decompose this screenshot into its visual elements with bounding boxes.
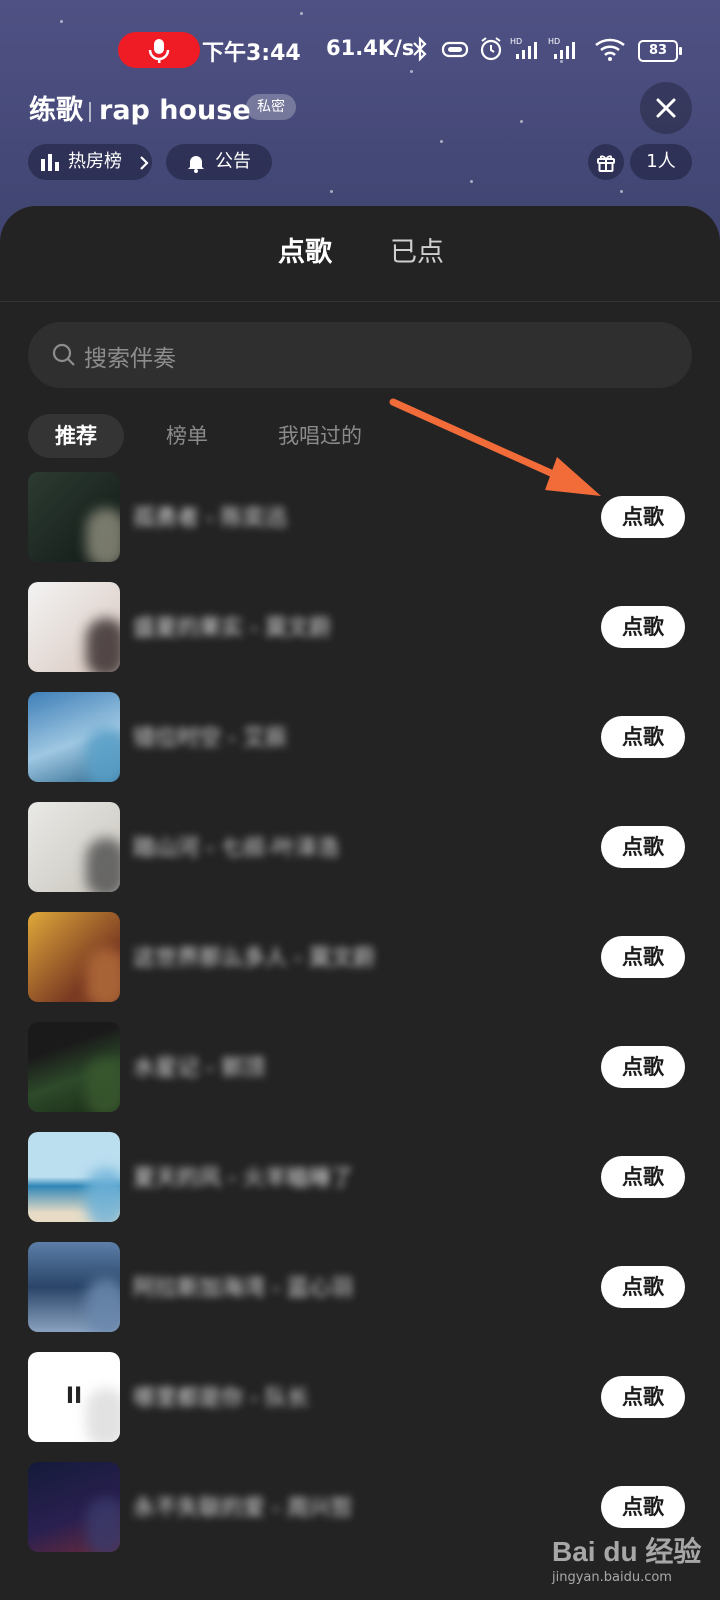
song-row[interactable]: 踏山河 - 七叔-叶泽浩 点歌 [0,802,720,894]
song-title: 踏山河 - 七叔-叶泽浩 [133,836,339,861]
song-row[interactable]: 水星记 - 郭顶 点歌 [0,1022,720,1114]
tab-divider [0,301,720,302]
svg-text:HD: HD [548,37,560,46]
subtab-sung[interactable]: 我唱过的 [278,414,362,458]
album-cover: II [28,1352,120,1442]
mic-recording-pill[interactable] [118,32,200,68]
order-song-button[interactable]: 点歌 [601,1376,685,1418]
order-song-button[interactable]: 点歌 [601,716,685,758]
song-title: 错位时空 - 艾辰 [133,726,287,751]
order-song-button[interactable]: 点歌 [601,496,685,538]
album-cover [28,582,120,672]
svg-text:HD: HD [510,37,522,46]
song-title: 永不失联的爱 - 周兴哲 [133,1496,353,1521]
search-input[interactable]: 搜索伴奏 [28,322,692,388]
room-name: rap house [99,95,251,126]
song-title: 盛夏的果实 - 莫文蔚 [133,616,331,641]
battery-indicator: 83 [638,40,682,62]
album-cover [28,472,120,562]
bluetooth-icon [413,36,427,62]
order-song-button[interactable]: 点歌 [601,1266,685,1308]
song-row[interactable]: II 哪里都是你 - 队长 点歌 [0,1352,720,1444]
song-title: 哪里都是你 - 队长 [133,1386,309,1411]
song-row[interactable]: 错位时空 - 艾辰 点歌 [0,692,720,784]
privacy-badge: 私密 [246,94,296,120]
network-speed: 61.4K/s [326,36,415,60]
status-bar: 下午3:44 61.4K/s HD HD 83 [0,30,720,70]
song-title: 夏天的风 - 火羊瞌睡了 [133,1166,353,1191]
song-row[interactable]: 这世界那么多人 - 莫文蔚 点歌 [0,912,720,1004]
order-song-button[interactable]: 点歌 [601,1486,685,1528]
alarm-icon [480,37,502,61]
song-row[interactable]: 孤勇者 - 陈奕迅 点歌 [0,472,720,564]
album-cover [28,1022,120,1112]
order-song-button[interactable]: 点歌 [601,1156,685,1198]
member-count-button[interactable]: 1人 [630,144,692,180]
watermark-url: jingyan.baidu.com [552,1570,672,1585]
close-icon [656,98,676,118]
album-cover [28,1462,120,1552]
chevron-right-icon [140,156,149,170]
bar-chart-icon [41,154,59,171]
album-cover [28,802,120,892]
room-title: 练歌 rap house [29,88,251,127]
subtab-ranking[interactable]: 榜单 [166,414,208,458]
song-row[interactable]: 阿拉斯加海湾 - 蓝心羽 点歌 [0,1242,720,1334]
search-icon [52,343,75,366]
notice-button[interactable]: 公告 [166,144,272,180]
order-song-button[interactable]: 点歌 [601,936,685,978]
subtab-recommend[interactable]: 推荐 [28,414,124,458]
tab-order-songs[interactable]: 点歌 [276,230,334,269]
song-picker-sheet: 点歌 已点 搜索伴奏 推荐 榜单 我唱过的 孤勇者 - 陈奕迅 点歌 盛夏的果实… [0,206,720,1600]
watermark-logo: Bai du 经验 [552,1536,702,1567]
song-title: 阿拉斯加海湾 - 蓝心羽 [133,1276,353,1301]
song-title: 这世界那么多人 - 莫文蔚 [133,946,375,971]
tab-ordered-songs[interactable]: 已点 [390,230,444,269]
wifi-icon [595,38,625,61]
album-cover [28,1132,120,1222]
song-title: 孤勇者 - 陈奕迅 [133,506,287,531]
signal-hd-icon: HD [510,37,537,59]
gift-icon [597,155,615,172]
title-separator [89,101,91,122]
room-mode: 练歌 [29,95,83,126]
notice-label: 公告 [215,151,251,172]
close-button[interactable] [640,82,692,134]
song-title: 水星记 - 郭顶 [133,1056,265,1081]
mic-icon [148,39,170,63]
order-song-button[interactable]: 点歌 [601,826,685,868]
hot-rooms-label: 热房榜 [68,151,122,172]
album-cover [28,1242,120,1332]
gift-button[interactable] [588,144,624,180]
order-song-button[interactable]: 点歌 [601,1046,685,1088]
bell-icon [188,156,204,173]
search-placeholder: 搜索伴奏 [84,346,176,372]
clock: 下午3:44 [202,41,301,66]
hot-rooms-button[interactable]: 热房榜 [28,144,152,180]
vibrate-icon [441,41,469,58]
album-cover [28,912,120,1002]
song-row[interactable]: 夏天的风 - 火羊瞌睡了 点歌 [0,1132,720,1224]
watermark: Bai du 经验 jingyan.baidu.com [552,1530,701,1585]
signal-hd-2-icon: HD [548,37,575,59]
album-cover [28,692,120,782]
song-row[interactable]: 盛夏的果实 - 莫文蔚 点歌 [0,582,720,674]
order-song-button[interactable]: 点歌 [601,606,685,648]
